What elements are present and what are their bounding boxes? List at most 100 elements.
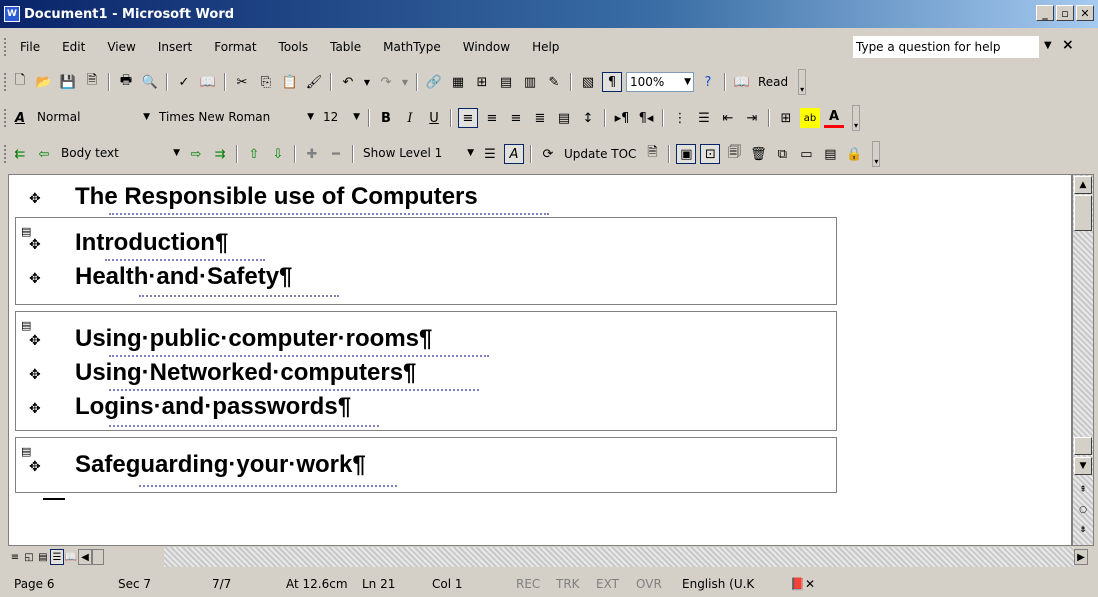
scroll-thumb-lower[interactable]: [1074, 437, 1092, 455]
demote-icon[interactable]: ⇨: [186, 144, 206, 164]
bullets-icon[interactable]: ☰: [694, 108, 714, 128]
show-formatting-icon[interactable]: A: [504, 144, 524, 164]
toolbar-options-button[interactable]: ▾: [852, 105, 860, 131]
help-search-input[interactable]: Type a question for help: [853, 36, 1039, 58]
hyperlink-icon[interactable]: 🔗: [424, 72, 444, 92]
outline-plus-icon[interactable]: ✥: [29, 271, 41, 287]
styles-pane-icon[interactable]: A: [10, 108, 30, 128]
zoom-select[interactable]: 100% ▼: [626, 72, 694, 92]
lock-document-icon[interactable]: 🔒: [844, 144, 864, 164]
create-subdocument-icon[interactable]: 🗐: [724, 144, 744, 164]
status-rec[interactable]: REC: [516, 577, 540, 591]
promote-to-heading1-icon[interactable]: ⇇: [10, 144, 30, 164]
insert-table-icon[interactable]: ⊞: [472, 72, 492, 92]
scroll-right-icon[interactable]: ▶: [1074, 549, 1088, 565]
menu-mathtype[interactable]: MathType: [383, 40, 441, 54]
menu-window[interactable]: Window: [463, 40, 510, 54]
cut-icon[interactable]: ✂: [232, 72, 252, 92]
undo-icon[interactable]: ↶: [338, 72, 358, 92]
columns-icon[interactable]: ▥: [520, 72, 540, 92]
normal-view-icon[interactable]: ≡: [8, 549, 22, 565]
print-layout-icon[interactable]: ▤: [36, 549, 50, 565]
move-up-icon[interactable]: ⇧: [244, 144, 264, 164]
vertical-scrollbar[interactable]: ▲ ▼ ⇞ ○ ⇟: [1072, 174, 1094, 546]
open-folder-icon[interactable]: 📂: [34, 72, 54, 92]
rtl-icon[interactable]: ¶◂: [636, 108, 656, 128]
outline-plus-icon[interactable]: ✥: [29, 333, 41, 349]
spelling-icon[interactable]: ✓: [174, 72, 194, 92]
demote-to-body-icon[interactable]: ⇉: [210, 144, 230, 164]
paste-icon[interactable]: 📋: [280, 72, 300, 92]
subdocument-icon[interactable]: ▤: [21, 319, 31, 332]
master-document-view-icon[interactable]: ▣: [676, 144, 697, 164]
split-subdocument-icon[interactable]: ▤: [820, 144, 840, 164]
toolbar-grip[interactable]: [4, 73, 7, 91]
menu-insert[interactable]: Insert: [158, 40, 192, 54]
reading-layout-icon[interactable]: 📖: [64, 549, 78, 565]
outline-plus-icon[interactable]: ✥: [29, 367, 41, 383]
merge-subdocument-icon[interactable]: ▭: [796, 144, 816, 164]
previous-page-icon[interactable]: ⇞: [1074, 481, 1092, 499]
document-map-icon[interactable]: ▧: [578, 72, 598, 92]
update-toc-button[interactable]: Update TOC: [562, 147, 638, 161]
read-icon[interactable]: 📖: [732, 72, 752, 92]
menu-format[interactable]: Format: [214, 40, 256, 54]
insert-subdocument-icon[interactable]: ⧉: [772, 144, 792, 164]
web-layout-icon[interactable]: ◱: [22, 549, 36, 565]
outline-plus-icon[interactable]: ✥: [29, 459, 41, 475]
decrease-indent-icon[interactable]: ⇤: [718, 108, 738, 128]
show-hide-pilcrow-icon[interactable]: ¶: [602, 72, 622, 92]
toolbar-grip[interactable]: [4, 145, 7, 163]
font-size-select[interactable]: 12 ▼: [320, 108, 362, 128]
line-spacing-icon[interactable]: ↕: [578, 108, 598, 128]
tables-borders-icon[interactable]: ▦: [448, 72, 468, 92]
menu-help[interactable]: Help: [532, 40, 559, 54]
menu-file[interactable]: File: [20, 40, 40, 54]
document-area[interactable]: ✥ The Responsible use of Computers ▤ ✥ I…: [8, 174, 1072, 546]
help-dropdown-icon[interactable]: ▼: [1044, 40, 1052, 51]
read-button[interactable]: Read: [756, 75, 790, 89]
toolbar-options-button[interactable]: ▾: [798, 69, 807, 95]
minimize-button[interactable]: _: [1036, 5, 1054, 21]
spelling-status-icon[interactable]: 📕✕: [790, 577, 815, 591]
insert-excel-icon[interactable]: ▤: [496, 72, 516, 92]
underline-button[interactable]: U: [424, 108, 444, 128]
scroll-up-icon[interactable]: ▲: [1074, 176, 1092, 194]
expand-icon[interactable]: ✚: [302, 144, 322, 164]
italic-button[interactable]: I: [400, 108, 420, 128]
highlight-icon[interactable]: ab: [800, 108, 820, 128]
status-ext[interactable]: EXT: [596, 577, 619, 591]
status-ovr[interactable]: OVR: [636, 577, 662, 591]
print-preview-icon[interactable]: 🔍: [140, 72, 160, 92]
print-icon[interactable]: 🖶: [116, 72, 136, 92]
go-to-toc-icon[interactable]: 🗎: [642, 144, 662, 164]
outline-plus-icon[interactable]: ✥: [29, 401, 41, 417]
increase-indent-icon[interactable]: ⇥: [742, 108, 762, 128]
close-document-button[interactable]: ×: [1062, 37, 1074, 53]
research-icon[interactable]: 📖: [198, 72, 218, 92]
format-painter-icon[interactable]: 🖌: [304, 72, 324, 92]
remove-subdocument-icon[interactable]: 🗑: [748, 144, 768, 164]
horizontal-scrollbar[interactable]: [164, 547, 1074, 567]
scroll-thumb[interactable]: [1074, 195, 1092, 231]
permission-icon[interactable]: 🗎: [82, 72, 102, 92]
style-select[interactable]: Normal ▼: [34, 108, 152, 128]
font-select[interactable]: Times New Roman ▼: [156, 108, 316, 128]
scroll-down-icon[interactable]: ▼: [1074, 457, 1092, 475]
toolbar-grip[interactable]: [4, 109, 7, 127]
expand-subdocuments-icon[interactable]: ⊡: [700, 144, 721, 164]
toolbar-grip[interactable]: [4, 38, 7, 56]
close-button[interactable]: ✕: [1076, 5, 1094, 21]
status-trk[interactable]: TRK: [556, 577, 580, 591]
menu-view[interactable]: View: [107, 40, 135, 54]
outline-plus-icon[interactable]: ✥: [29, 237, 41, 253]
menu-table[interactable]: Table: [330, 40, 361, 54]
collapse-icon[interactable]: ━: [326, 144, 346, 164]
toolbar-options-button[interactable]: ▾: [872, 141, 881, 167]
ltr-icon[interactable]: ▸¶: [612, 108, 632, 128]
status-language[interactable]: English (U.K: [682, 577, 754, 591]
update-toc-icon[interactable]: ⟳: [538, 144, 558, 164]
hscroll-thumb[interactable]: [92, 549, 104, 565]
undo-dropdown-icon[interactable]: ▼: [362, 72, 372, 92]
menu-edit[interactable]: Edit: [62, 40, 85, 54]
